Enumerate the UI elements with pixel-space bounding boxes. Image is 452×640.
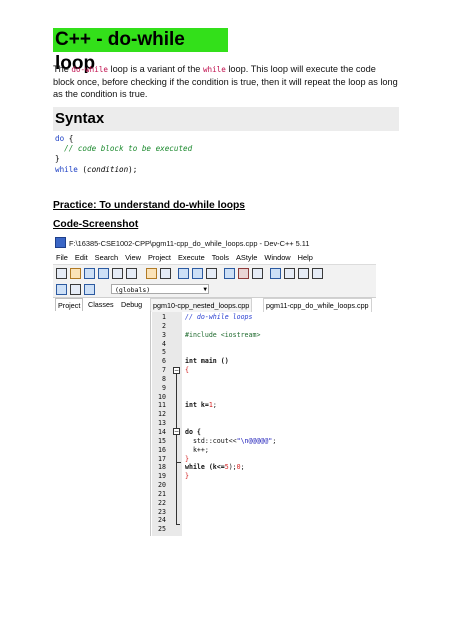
print-icon[interactable] (126, 268, 137, 279)
code-increment: k++; (185, 445, 209, 454)
tab-file-nested-loops[interactable]: pgm10-cpp_nested_loops.cpp (150, 298, 253, 312)
menu-tools[interactable]: Tools (209, 251, 233, 264)
compile-icon[interactable] (224, 268, 235, 279)
fold-collapse-icon[interactable]: − (173, 428, 180, 435)
menu-execute[interactable]: Execute (175, 251, 209, 264)
menu-astyle[interactable]: AStyle (233, 251, 261, 264)
menu-help[interactable]: Help (295, 251, 317, 264)
insert-icon[interactable] (56, 284, 67, 295)
intro-keyword-do-while: do-while (71, 65, 108, 74)
ide-screenshot: F:\16385-CSE1002-CPP\pgm11-cpp_do_while_… (53, 236, 376, 536)
intro-paragraph: The do-while loop is a variant of the wh… (53, 63, 398, 101)
editor-source[interactable]: // do-while loops #include <iostream> in… (185, 313, 276, 481)
practice-heading: Practice: To understand do-while loops (53, 200, 246, 211)
page-title: C++ - do-while loop (53, 28, 228, 74)
syntax-heading: Syntax (53, 107, 399, 131)
tab-classes[interactable]: Classes (86, 298, 116, 311)
syntax-condition: condition (87, 164, 129, 174)
new-file-icon[interactable] (56, 268, 67, 279)
code-semicolon: ; (212, 401, 217, 410)
save-icon[interactable] (84, 268, 95, 279)
close-file-icon[interactable] (112, 268, 123, 279)
chevron-down-icon: ▼ (203, 286, 207, 293)
syntax-comment: // code block to be executed (55, 144, 193, 154)
code-string: "\n@@@@@" (236, 436, 273, 445)
toggle-bookmark-icon[interactable] (70, 284, 81, 295)
layout-icon[interactable] (312, 268, 323, 279)
code-comment: // do-while loops (185, 313, 253, 321)
code-brace: { (185, 366, 189, 375)
menu-file[interactable]: File (53, 251, 72, 264)
save-all-icon[interactable] (98, 268, 109, 279)
syntax-paren-close: ); (128, 164, 138, 174)
fold-guide-line (176, 374, 177, 524)
replace-icon[interactable] (192, 268, 203, 279)
code-while: while (k<= (185, 463, 225, 472)
scope-select-value: (globals) (115, 286, 151, 294)
syntax-do-keyword: do (55, 134, 65, 143)
syntax-while-keyword: while (55, 164, 78, 174)
run-icon[interactable] (238, 268, 249, 279)
syntax-code-block: do { // code block to be executed } whil… (55, 134, 192, 175)
goto-icon[interactable] (206, 268, 217, 279)
undo-icon[interactable] (146, 268, 157, 279)
editor-file-tabs: pgm10-cpp_nested_loops.cpp pgm11-cpp_do_… (150, 298, 376, 312)
code-cout: std::cout<< (185, 436, 237, 445)
line-numbers: 1 2 3 4 5 6 7 8 9 10 11 12 13 14 15 16 1… (158, 313, 166, 534)
tab-file-do-while-loops[interactable]: pgm11-cpp_do_while_loops.cpp (263, 298, 372, 312)
code-semicolon: ; (240, 463, 245, 472)
fold-end-tick (177, 462, 181, 463)
code-brace: } (185, 472, 189, 481)
fold-collapse-icon[interactable]: − (173, 367, 180, 374)
goto-bookmark-icon[interactable] (84, 284, 95, 295)
ide-toolbar (53, 264, 376, 283)
scope-select[interactable]: (globals) ▼ (111, 284, 209, 294)
intro-text-1: The (53, 64, 72, 74)
fold-end-tick (176, 524, 180, 525)
ide-title-bar: F:\16385-CSE1002-CPP\pgm11-cpp_do_while_… (53, 236, 376, 251)
menu-window[interactable]: Window (261, 251, 294, 264)
menu-project[interactable]: Project (145, 251, 175, 264)
find-icon[interactable] (178, 268, 189, 279)
menu-view[interactable]: View (122, 251, 145, 264)
project-options-icon[interactable] (270, 268, 281, 279)
tab-project[interactable]: Project (55, 298, 84, 312)
code-int-decl: int k= (185, 401, 209, 410)
debug-icon[interactable] (284, 268, 295, 279)
menu-edit[interactable]: Edit (72, 251, 92, 264)
open-folder-icon[interactable] (70, 268, 81, 279)
code-semicolon: ; (272, 436, 277, 445)
left-panel-tabs: Project Classes Debug (53, 298, 150, 312)
code-do: do { (185, 427, 201, 436)
code-main-signature: int main () (185, 357, 229, 366)
redo-icon[interactable] (160, 268, 171, 279)
ide-class-toolbar: (globals) ▼ (53, 282, 376, 298)
intro-keyword-while: while (202, 65, 226, 74)
devcpp-app-icon (55, 237, 66, 248)
compile-run-icon[interactable] (252, 268, 263, 279)
menu-search[interactable]: Search (92, 251, 122, 264)
code-screenshot-heading: Code-Screenshot (53, 219, 139, 230)
syntax-paren-open: ( (77, 164, 88, 174)
project-panel (53, 311, 151, 536)
grid-icon[interactable] (298, 268, 309, 279)
code-brace: } (185, 454, 189, 463)
code-include: #include <iostream> (185, 330, 261, 339)
code-paren-close: ); (228, 463, 237, 472)
syntax-brace-open: { (64, 134, 74, 143)
ide-menu-bar: File Edit Search View Project Execute To… (53, 251, 376, 264)
intro-text-2: loop is a variant of the (107, 64, 203, 74)
tab-debug[interactable]: Debug (119, 298, 144, 311)
ide-window-title: F:\16385-CSE1002-CPP\pgm11-cpp_do_while_… (69, 239, 310, 248)
syntax-brace-close: } (55, 154, 60, 164)
